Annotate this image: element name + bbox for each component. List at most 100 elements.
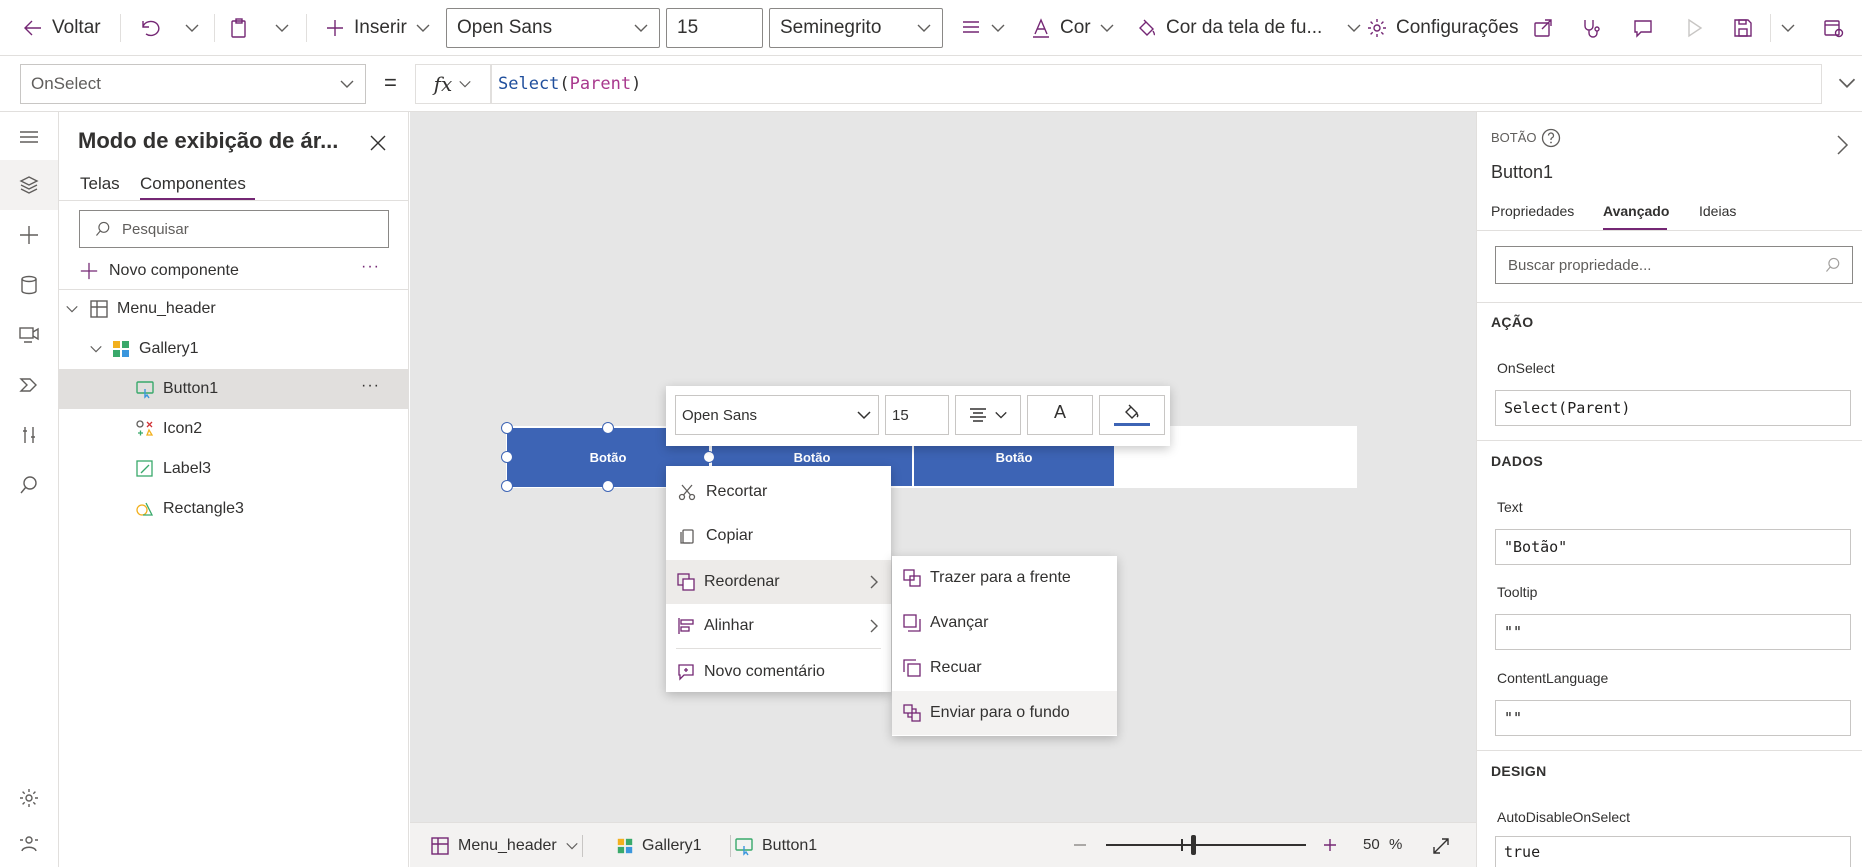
float-size-input[interactable]: 15 — [885, 395, 949, 435]
toolbar-divider — [306, 14, 307, 42]
property-search-input[interactable]: Buscar propriedade... — [1495, 246, 1853, 284]
tab-componentes[interactable]: Componentes — [140, 174, 246, 194]
resize-handle[interactable] — [501, 422, 513, 434]
help-button[interactable] — [1541, 128, 1561, 148]
align-left-icon — [678, 618, 694, 634]
expand-formula-button[interactable] — [1832, 68, 1862, 98]
onselect-field[interactable]: Select(Parent) — [1495, 390, 1851, 426]
tree-view-button[interactable] — [0, 160, 58, 210]
breadcrumb-menu-header[interactable]: Menu_header — [430, 823, 579, 867]
design-canvas[interactable]: Botão Botão Botão Open Sans 15 A Recorta… — [410, 112, 1476, 822]
fill-color-swatch — [1114, 423, 1150, 426]
tab-telas[interactable]: Telas — [80, 174, 120, 194]
hamburger-button[interactable] — [0, 112, 58, 162]
comments-button[interactable] — [1632, 0, 1654, 56]
tree-item-icon2[interactable]: Icon2 — [59, 409, 408, 449]
float-font-color-button[interactable]: A — [1027, 395, 1093, 435]
share-button[interactable] — [1532, 0, 1554, 56]
settings-rail-button[interactable] — [0, 773, 58, 823]
resize-handle[interactable] — [602, 480, 614, 492]
float-fill-button[interactable] — [1099, 395, 1165, 435]
tooltip-value: "" — [1504, 623, 1523, 641]
zoom-slider-thumb[interactable] — [1191, 835, 1197, 855]
plus-icon — [1324, 839, 1336, 851]
resize-handle[interactable] — [602, 422, 614, 434]
autodisable-field[interactable]: true — [1495, 836, 1851, 867]
tab-ideias[interactable]: Ideias — [1699, 203, 1736, 219]
save-button[interactable] — [1732, 0, 1754, 56]
float-font-dropdown[interactable]: Open Sans — [675, 395, 879, 435]
breadcrumb-label: Button1 — [762, 836, 818, 854]
submenu-send-to-back[interactable]: Enviar para o fundo — [892, 691, 1117, 735]
text-field[interactable]: "Botão" — [1495, 529, 1851, 565]
data-button[interactable] — [0, 260, 58, 310]
color-button[interactable]: Cor — [1030, 0, 1115, 56]
more-options-icon[interactable]: ··· — [361, 258, 380, 276]
submenu-label: Trazer para a frente — [930, 569, 1071, 586]
media-button[interactable] — [0, 310, 58, 360]
resize-handle[interactable] — [501, 480, 513, 492]
menu-item-align[interactable]: Alinhar — [666, 604, 891, 648]
undo-dropdown[interactable] — [184, 0, 200, 56]
insert-button[interactable]: Inserir — [324, 0, 431, 56]
paste-dropdown[interactable] — [274, 0, 290, 56]
save-dropdown[interactable] — [1780, 0, 1796, 56]
close-panel-button[interactable] — [365, 130, 391, 156]
preview-button[interactable] — [1683, 0, 1705, 56]
menu-item-copy[interactable]: Copiar — [666, 514, 891, 558]
zoom-in-button[interactable] — [1320, 835, 1340, 855]
search-input[interactable]: Pesquisar — [79, 210, 389, 248]
more-options-icon[interactable]: ··· — [361, 377, 380, 395]
screen-color-button[interactable]: Cor da tela de fu... — [1136, 0, 1362, 56]
menu-item-cut[interactable]: Recortar — [666, 470, 891, 514]
insert-rail-button[interactable] — [0, 210, 58, 260]
undo-button[interactable] — [138, 0, 160, 56]
tooltip-field[interactable]: "" — [1495, 614, 1851, 650]
virtual-agent-button[interactable] — [0, 818, 58, 867]
breadcrumb-label: Gallery1 — [642, 836, 702, 854]
contentlanguage-field[interactable]: "" — [1495, 700, 1851, 736]
submenu-send-backward[interactable]: Recuar — [892, 646, 1117, 690]
power-automate-button[interactable] — [0, 360, 58, 410]
advanced-tools-button[interactable] — [0, 410, 58, 460]
menu-item-reorder[interactable]: Reordenar — [666, 560, 891, 604]
fx-icon: fx — [433, 72, 453, 96]
tree-item-button1[interactable]: Button1 ··· — [59, 369, 408, 409]
float-align-dropdown[interactable] — [955, 395, 1021, 435]
control-name[interactable]: Button1 — [1491, 162, 1553, 183]
control-type-label: BOTÃO — [1491, 130, 1537, 145]
font-size-input[interactable]: 15 — [666, 8, 763, 48]
property-dropdown[interactable]: OnSelect — [20, 64, 366, 104]
font-family-dropdown[interactable]: Open Sans — [446, 8, 660, 48]
zoom-out-button[interactable] — [1070, 835, 1090, 855]
breadcrumb-button1[interactable]: Button1 — [734, 823, 817, 867]
submenu-bring-to-front[interactable]: Trazer para a frente — [892, 556, 1117, 600]
fx-button[interactable]: fx — [415, 64, 491, 104]
menu-item-new-comment[interactable]: Novo comentário — [666, 650, 891, 694]
tree-item-gallery1[interactable]: Gallery1 — [59, 329, 408, 369]
font-weight-dropdown[interactable]: Seminegrito — [769, 8, 943, 48]
settings-button[interactable]: Configurações — [1366, 0, 1519, 56]
back-button[interactable]: Voltar — [22, 0, 101, 56]
tab-propriedades[interactable]: Propriedades — [1491, 203, 1574, 219]
submenu-bring-forward[interactable]: Avançar — [892, 601, 1117, 645]
breadcrumb-gallery1[interactable]: Gallery1 — [616, 823, 702, 867]
resize-handle[interactable] — [703, 451, 715, 463]
collapse-panel-button[interactable] — [1835, 134, 1855, 160]
tab-avancado[interactable]: Avançado — [1603, 203, 1669, 219]
tree-item-menu-header[interactable]: Menu_header — [59, 289, 408, 329]
publish-button[interactable] — [1822, 0, 1844, 56]
tree-item-rectangle3[interactable]: Rectangle3 — [59, 489, 408, 529]
tree-item-label3[interactable]: Label3 — [59, 449, 408, 489]
app-checker-button[interactable] — [1580, 0, 1602, 56]
search-rail-button[interactable] — [0, 460, 58, 510]
new-component-button[interactable]: Novo componente — [79, 256, 239, 286]
resize-handle[interactable] — [501, 451, 513, 463]
paste-button[interactable] — [228, 0, 250, 56]
plus-icon — [80, 262, 98, 280]
fit-to-window-button[interactable] — [1428, 833, 1454, 859]
text-align-button[interactable] — [960, 0, 1006, 56]
formula-input[interactable]: Select(Parent) — [491, 64, 1822, 104]
zoom-slider-track[interactable] — [1106, 844, 1306, 846]
play-icon — [1688, 18, 1703, 38]
